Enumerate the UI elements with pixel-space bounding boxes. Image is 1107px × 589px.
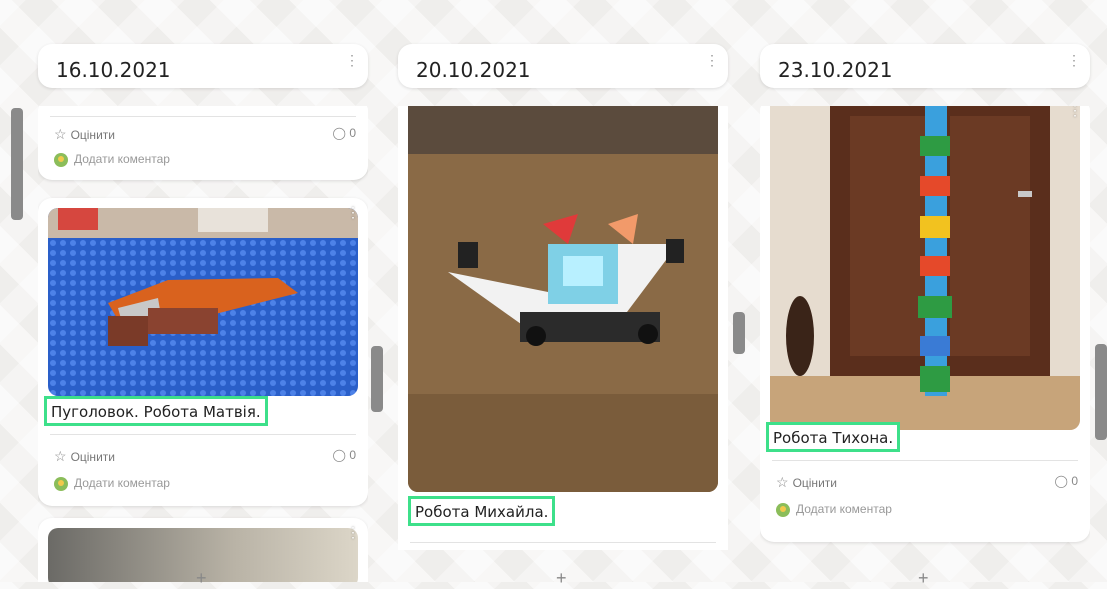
plus-icon[interactable]: + <box>556 568 567 589</box>
post-card[interactable]: ⋮ <box>760 106 1090 542</box>
column-title: 20.10.2021 <box>416 58 531 82</box>
divider <box>50 434 356 435</box>
card-caption: Пуголовок. Робота Матвія. <box>44 396 268 426</box>
post-card[interactable]: ⋮ <box>38 198 368 506</box>
rate-label: Оцінити <box>70 450 115 464</box>
comment-count[interactable]: ◯ 0 <box>1055 474 1078 488</box>
star-outline-icon: ☆ <box>54 126 67 142</box>
column-header[interactable]: 23.10.2021 ⋮ <box>760 44 1090 88</box>
column-viewport: ☆ Оцінити ◯ 0 Додати коментар ⋮ Пуголово… <box>38 106 368 582</box>
add-comment-button[interactable]: Додати коментар <box>776 502 892 517</box>
rate-label: Оцінити <box>792 476 837 490</box>
rate-button[interactable]: ☆ Оцінити <box>776 474 837 491</box>
kebab-menu-icon[interactable]: ⋮ <box>1068 106 1082 119</box>
add-comment-label: Додати коментар <box>74 152 170 166</box>
lego-tadpole-photo[interactable] <box>48 208 358 396</box>
plus-icon[interactable]: + <box>196 568 207 589</box>
rate-label: Оцінити <box>70 128 115 142</box>
kebab-menu-icon[interactable]: ⋮ <box>345 52 359 69</box>
lego-spaceship-photo[interactable] <box>408 106 718 492</box>
avatar <box>776 502 790 517</box>
photo-image <box>48 208 358 396</box>
card-caption: Робота Михайла. <box>408 496 556 526</box>
rate-button[interactable]: ☆ Оцінити <box>54 448 115 465</box>
comment-count-value: 0 <box>349 126 356 140</box>
kebab-menu-icon[interactable]: ⋮ <box>346 524 360 541</box>
speech-bubble-icon: ◯ <box>332 126 346 140</box>
card-caption: Робота Тихона. <box>766 422 901 452</box>
divider <box>50 116 356 117</box>
photo-image <box>770 106 1080 430</box>
column-viewport: Робота Михайла. <box>398 106 728 550</box>
avatar <box>54 476 68 491</box>
column-scrollbar[interactable] <box>1095 344 1107 440</box>
comment-count-value: 0 <box>349 448 356 462</box>
column-title: 16.10.2021 <box>56 58 171 82</box>
add-comment-button[interactable]: Додати коментар <box>54 476 170 491</box>
divider <box>772 460 1078 461</box>
column-scrollbar[interactable] <box>11 108 23 220</box>
avatar <box>54 152 68 167</box>
post-card[interactable]: Робота Михайла. <box>398 106 728 550</box>
add-comment-button[interactable]: Додати коментар <box>54 152 170 167</box>
kebab-menu-icon[interactable]: ⋮ <box>705 52 719 69</box>
speech-bubble-icon: ◯ <box>332 448 346 462</box>
kebab-menu-icon[interactable]: ⋮ <box>1067 52 1081 69</box>
add-comment-label: Додати коментар <box>796 502 892 516</box>
comment-count[interactable]: ◯ 0 <box>333 448 356 462</box>
add-comment-label: Додати коментар <box>74 476 170 490</box>
column-scrollbar[interactable] <box>733 312 745 354</box>
comment-count-value: 0 <box>1071 474 1078 488</box>
column-header[interactable]: 20.10.2021 ⋮ <box>398 44 728 88</box>
column-title: 23.10.2021 <box>778 58 893 82</box>
post-card[interactable]: ☆ Оцінити ◯ 0 Додати коментар <box>38 106 368 180</box>
column-header[interactable]: 16.10.2021 ⋮ <box>38 44 368 88</box>
kebab-menu-icon[interactable]: ⋮ <box>346 204 360 221</box>
photo-image <box>408 106 718 492</box>
column-scrollbar[interactable] <box>371 346 383 412</box>
divider <box>410 542 716 543</box>
speech-bubble-icon: ◯ <box>1054 474 1068 488</box>
rate-button[interactable]: ☆ Оцінити <box>54 126 115 143</box>
star-outline-icon: ☆ <box>54 448 67 464</box>
column-viewport: ⋮ Робота Тихона. ☆ Оцінити ◯ 0 Додати ко… <box>760 106 1090 546</box>
comment-count[interactable]: ◯ 0 <box>333 126 356 140</box>
lego-tower-photo[interactable] <box>770 106 1080 430</box>
plus-icon[interactable]: + <box>918 568 929 589</box>
star-outline-icon: ☆ <box>776 474 789 490</box>
